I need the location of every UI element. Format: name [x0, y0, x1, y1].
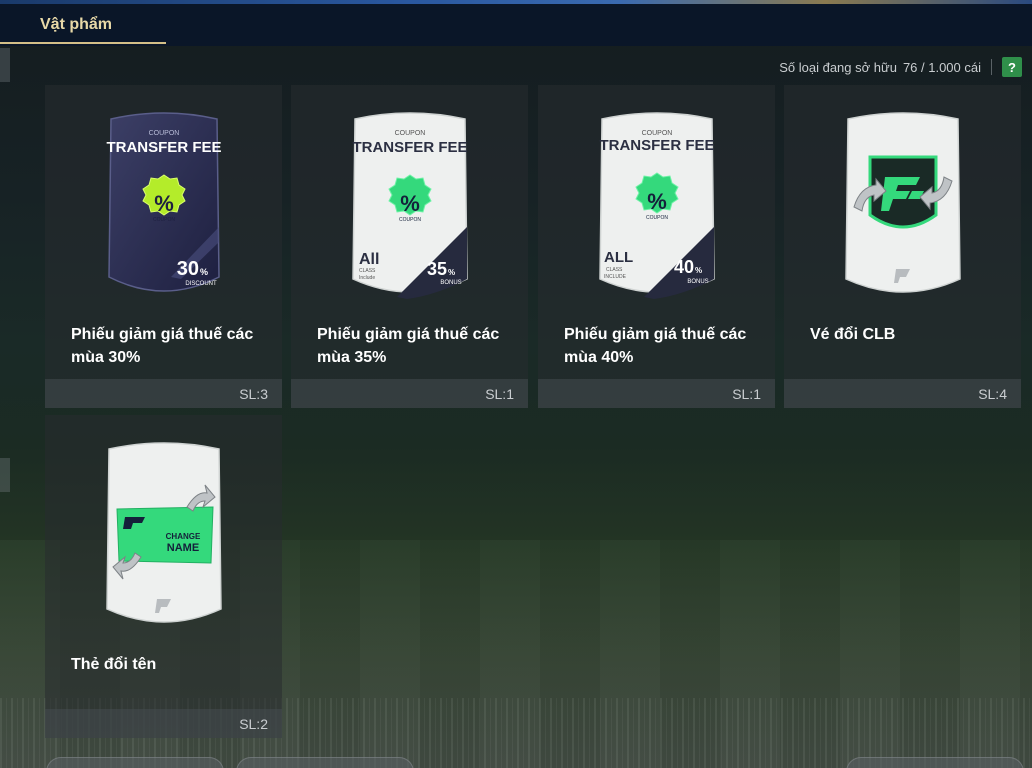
svg-text:DISCOUNT: DISCOUNT	[185, 281, 217, 287]
item-card-transfer-coupon-35[interactable]: COUPON TRANSFER FEE % COUPON All CLASS I…	[291, 85, 528, 408]
owned-count: Số loại đang sở hữu 76 / 1.000 cái ?	[779, 56, 1022, 78]
svg-text:BONUS: BONUS	[687, 279, 708, 285]
item-quantity: SL:1	[485, 385, 514, 402]
svg-text:COUPON: COUPON	[642, 130, 673, 137]
item-quantity: SL:1	[732, 385, 761, 402]
item-quantity: SL:3	[239, 385, 268, 402]
item-name: Vé đổi CLB	[810, 326, 896, 343]
club-exchange-ticket-icon	[845, 112, 961, 293]
tab-items-label: Vật phẩm	[40, 16, 113, 33]
item-name: Phiếu giảm giá thuế các mùa 40%	[564, 326, 747, 366]
svg-text:40: 40	[674, 257, 694, 277]
svg-text:NAME: NAME	[167, 542, 199, 554]
svg-text:%: %	[200, 267, 208, 277]
item-card-transfer-coupon-40[interactable]: COUPON TRANSFER FEE % COUPON ALL CLASS I…	[538, 85, 775, 408]
change-name-card-icon: CHANGE NAME	[106, 442, 222, 623]
help-button[interactable]: ?	[1002, 57, 1022, 77]
svg-text:TRANSFER FEE: TRANSFER FEE	[599, 137, 714, 154]
item-name: Thẻ đổi tên	[71, 656, 157, 673]
svg-text:CHANGE: CHANGE	[166, 532, 201, 541]
item-quantity: SL:2	[239, 715, 268, 732]
item-card-club-ticket[interactable]: Vé đổi CLB SL:4	[784, 85, 1021, 408]
svg-text:CLASS: CLASS	[606, 267, 623, 273]
item-quantity-bar: SL:3	[45, 379, 282, 408]
owned-count-value: 76 / 1.000 cái	[902, 59, 981, 75]
svg-text:TRANSFER FEE: TRANSFER FEE	[106, 139, 221, 156]
divider	[991, 59, 992, 75]
item-name: Phiếu giảm giá thuế các mùa 30%	[71, 326, 254, 366]
svg-text:COUPON: COUPON	[646, 215, 668, 221]
item-quantity-bar: SL:2	[45, 709, 282, 738]
tab-active-indicator	[0, 42, 166, 44]
item-quantity-bar: SL:4	[784, 379, 1021, 408]
svg-text:30: 30	[177, 258, 199, 280]
svg-text:%: %	[400, 191, 420, 216]
svg-text:%: %	[647, 189, 667, 214]
left-panel-edge	[0, 458, 10, 492]
svg-text:CLASS: CLASS	[359, 268, 376, 274]
svg-text:All: All	[359, 251, 379, 268]
item-name: Phiếu giảm giá thuế các mùa 35%	[317, 326, 500, 366]
transfer-fee-coupon-icon: COUPON TRANSFER FEE % COUPON ALL CLASS I…	[599, 112, 715, 299]
left-panel-edge	[0, 48, 10, 82]
svg-text:COUPON: COUPON	[395, 130, 426, 137]
item-quantity-bar: SL:1	[538, 379, 775, 408]
bottom-action-button[interactable]	[236, 757, 414, 768]
svg-text:%: %	[695, 266, 702, 275]
svg-text:COUPON: COUPON	[399, 217, 421, 223]
bottom-action-button[interactable]	[46, 757, 224, 768]
transfer-fee-coupon-icon: COUPON TRANSFER FEE % COUPON 30 % DISCOU…	[106, 112, 222, 292]
item-quantity-bar: SL:1	[291, 379, 528, 408]
svg-text:COUPON: COUPON	[153, 217, 175, 223]
item-quantity: SL:4	[978, 385, 1007, 402]
svg-text:TRANSFER FEE: TRANSFER FEE	[352, 139, 467, 156]
svg-text:ALL: ALL	[604, 249, 633, 266]
transfer-fee-coupon-icon: COUPON TRANSFER FEE % COUPON All CLASS I…	[352, 112, 468, 299]
tab-items[interactable]: Vật phẩm	[0, 4, 166, 46]
item-card-transfer-coupon-30[interactable]: COUPON TRANSFER FEE % COUPON 30 % DISCOU…	[45, 85, 282, 408]
item-card-change-name[interactable]: CHANGE NAME Thẻ đổi tên SL:2	[45, 415, 282, 738]
svg-text:Include: Include	[359, 275, 375, 281]
bottom-action-button[interactable]	[846, 757, 1024, 768]
svg-text:COUPON: COUPON	[149, 130, 180, 137]
svg-text:BONUS: BONUS	[440, 280, 461, 286]
owned-count-label: Số loại đang sở hữu	[779, 59, 897, 75]
svg-text:%: %	[448, 268, 455, 277]
svg-text:%: %	[154, 191, 174, 216]
svg-text:INCLUDE: INCLUDE	[604, 274, 627, 280]
svg-text:35: 35	[427, 259, 447, 279]
